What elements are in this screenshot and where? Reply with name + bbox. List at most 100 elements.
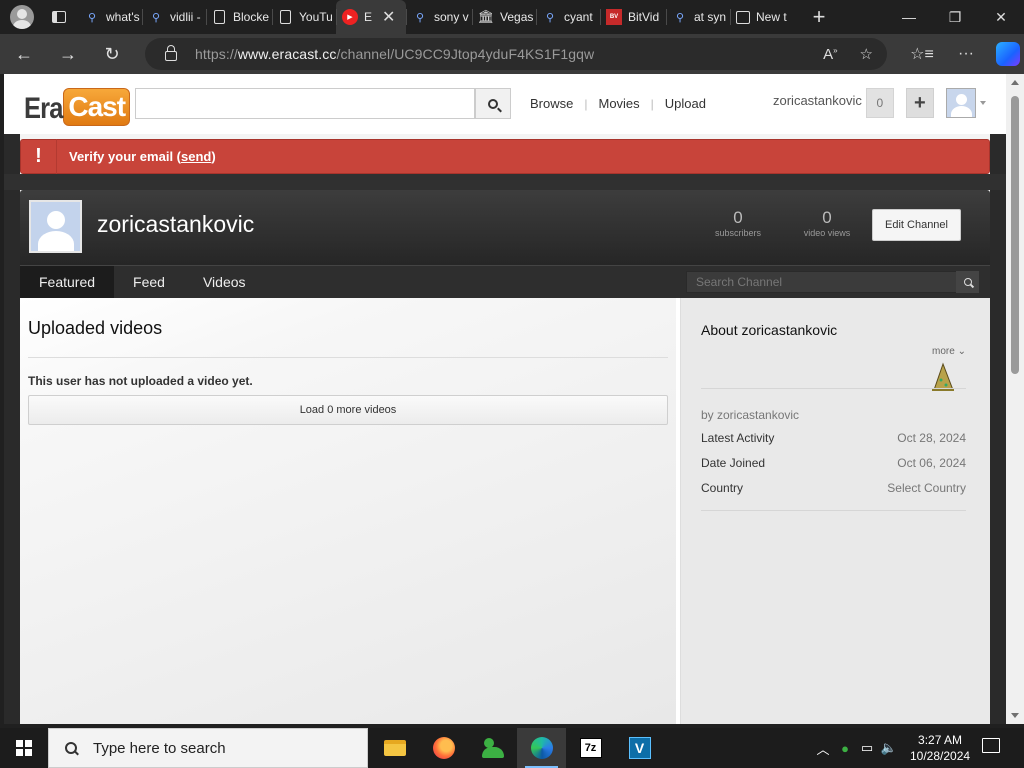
more-options-icon[interactable]: ··· xyxy=(944,45,988,63)
taskbar-apps: 7z V xyxy=(370,728,664,768)
channel-content: Uploaded videos This user has not upload… xyxy=(20,298,990,724)
restore-icon[interactable]: ❐ xyxy=(932,0,978,34)
tab-actions-button[interactable] xyxy=(44,5,74,29)
search-icon: ⚲ xyxy=(675,11,685,24)
channel-header: zoricastankovic 0 subscribers 0 video vi… xyxy=(20,190,990,265)
user-avatar[interactable] xyxy=(945,88,976,118)
search-icon: ⚲ xyxy=(545,11,555,24)
chevron-down-icon[interactable] xyxy=(979,101,986,105)
main-column: Uploaded videos This user has not upload… xyxy=(20,298,676,724)
notifications-count[interactable]: 0 xyxy=(865,88,894,118)
site-search-button[interactable] xyxy=(475,88,511,119)
vegas-icon[interactable]: V xyxy=(615,728,664,768)
chevron-up-icon[interactable]: ︿ xyxy=(812,739,834,758)
send-verification-link[interactable]: send xyxy=(181,149,211,164)
refresh-icon[interactable]: ↻ xyxy=(92,38,132,70)
channel-avatar[interactable] xyxy=(29,200,82,253)
site-search-input[interactable] xyxy=(135,88,475,119)
new-tab-button[interactable]: + xyxy=(804,4,834,30)
browser-tab[interactable]: ⚲ sony v xyxy=(406,0,472,34)
scroll-down-icon[interactable] xyxy=(1011,713,1019,718)
load-more-button[interactable]: Load 0 more videos xyxy=(28,395,668,425)
contacts-icon[interactable] xyxy=(468,728,517,768)
7zip-icon[interactable]: 7z xyxy=(566,728,615,768)
favorites-icon[interactable]: ☆≡ xyxy=(900,44,944,64)
divider xyxy=(701,510,966,511)
top-nav: Browse | Movies | Upload xyxy=(530,96,706,111)
nav-upload-link[interactable]: Upload xyxy=(665,96,706,111)
site-header: Era Cast Browse | Movies | Upload zorica… xyxy=(4,74,1006,134)
about-title: About zoricastankovic xyxy=(701,322,838,338)
volume-icon[interactable]: 🔈 xyxy=(878,740,900,756)
more-toggle[interactable]: more ⌄ xyxy=(932,346,966,357)
network-icon[interactable]: ▭ xyxy=(856,740,878,756)
scroll-thumb[interactable] xyxy=(1011,96,1019,374)
profile-avatar-icon[interactable] xyxy=(10,5,34,29)
upload-plus-button[interactable]: + xyxy=(905,88,934,118)
url-text[interactable]: https://www.eracast.cc/channel/UC9CC9Jto… xyxy=(195,46,594,62)
clock[interactable]: 3:27 AM 10/28/2024 xyxy=(910,732,970,764)
edit-channel-button[interactable]: Edit Channel xyxy=(872,209,961,241)
eracast-logo[interactable]: Era Cast xyxy=(24,86,131,126)
search-icon: ⚲ xyxy=(415,11,425,24)
file-explorer-icon[interactable] xyxy=(370,728,419,768)
empty-message: This user has not uploaded a video yet. xyxy=(28,374,253,388)
browser-tab[interactable]: 🏛 Vegas xyxy=(472,0,536,34)
nav-separator: | xyxy=(584,96,588,111)
browser-tab[interactable]: ⚲ cyant xyxy=(536,0,600,34)
alert-text: Verify your email (send) xyxy=(69,149,216,164)
channel-tabs: Featured Feed Videos Search Channel xyxy=(20,265,990,298)
read-aloud-icon[interactable]: A» xyxy=(823,46,837,63)
channel-search-input[interactable]: Search Channel xyxy=(686,271,976,293)
browser-tab[interactable]: YouTu xyxy=(272,0,336,34)
date-joined-row: Date Joined Oct 06, 2024 xyxy=(701,456,966,470)
video-views-stat: 0 video views xyxy=(803,208,851,238)
close-tab-icon[interactable]: ✕ xyxy=(382,7,395,27)
verify-email-alert: ! Verify your email (send) xyxy=(20,139,990,174)
nav-movies-link[interactable]: Movies xyxy=(598,96,639,111)
latest-activity-row: Latest Activity Oct 28, 2024 xyxy=(701,431,966,445)
channel-search-button[interactable] xyxy=(956,271,979,293)
minimize-icon[interactable]: — xyxy=(886,0,932,34)
notification-center-icon[interactable] xyxy=(982,738,1000,753)
uploaded-videos-heading: Uploaded videos xyxy=(28,318,163,338)
tab-videos[interactable]: Videos xyxy=(184,266,265,298)
browser-tab[interactable]: ⚲ vidlii - xyxy=(142,0,206,34)
about-sidebar: About zoricastankovic more ⌄ by zoricast… xyxy=(680,298,990,724)
favorite-star-icon[interactable]: ☆ xyxy=(860,45,873,63)
windows-taskbar: Type here to search 7z V ︿ ● ▭ 🔈 3:27 AM… xyxy=(0,728,1024,768)
copilot-icon[interactable] xyxy=(996,42,1020,66)
divider xyxy=(701,388,966,389)
username-link[interactable]: zoricastankovic xyxy=(773,93,862,108)
divider xyxy=(28,357,668,358)
forward-arrow-icon[interactable]: → xyxy=(48,38,88,70)
firefox-icon[interactable] xyxy=(419,728,468,768)
taskbar-search-box[interactable]: Type here to search xyxy=(48,728,368,768)
people-icon[interactable]: ● xyxy=(834,741,856,756)
page-scrollbar[interactable] xyxy=(1006,74,1024,724)
document-icon xyxy=(214,10,225,24)
lock-icon[interactable] xyxy=(165,45,177,61)
browser-tab-active[interactable]: ▶ E ✕ xyxy=(336,0,406,34)
document-icon xyxy=(280,10,291,24)
browser-tab[interactable]: Blocke xyxy=(206,0,272,34)
browser-tab[interactable]: BV BitVid xyxy=(600,0,666,34)
page-viewport: Era Cast Browse | Movies | Upload zorica… xyxy=(4,74,1006,724)
search-icon xyxy=(65,742,77,754)
country-row: Country Select Country xyxy=(701,481,966,495)
back-arrow-icon[interactable]: ← xyxy=(4,38,44,70)
nav-browse-link[interactable]: Browse xyxy=(530,96,573,111)
scroll-up-icon[interactable] xyxy=(1011,80,1019,85)
newtab-page-icon xyxy=(736,10,750,24)
tab-feed[interactable]: Feed xyxy=(114,266,184,298)
address-bar[interactable]: https://www.eracast.cc/channel/UC9CC9Jto… xyxy=(145,38,887,70)
start-button[interactable] xyxy=(0,728,48,768)
browser-tab[interactable]: ⚲ at syn xyxy=(666,0,730,34)
chevron-down-icon: ⌄ xyxy=(957,346,966,357)
edge-icon[interactable] xyxy=(517,728,566,768)
tab-featured[interactable]: Featured xyxy=(20,266,115,298)
browser-tab[interactable]: New t xyxy=(730,0,794,34)
browser-tab[interactable]: ⚲ what's xyxy=(78,0,142,34)
close-window-icon[interactable]: ✕ xyxy=(978,0,1024,34)
search-icon: ⚲ xyxy=(87,11,97,24)
